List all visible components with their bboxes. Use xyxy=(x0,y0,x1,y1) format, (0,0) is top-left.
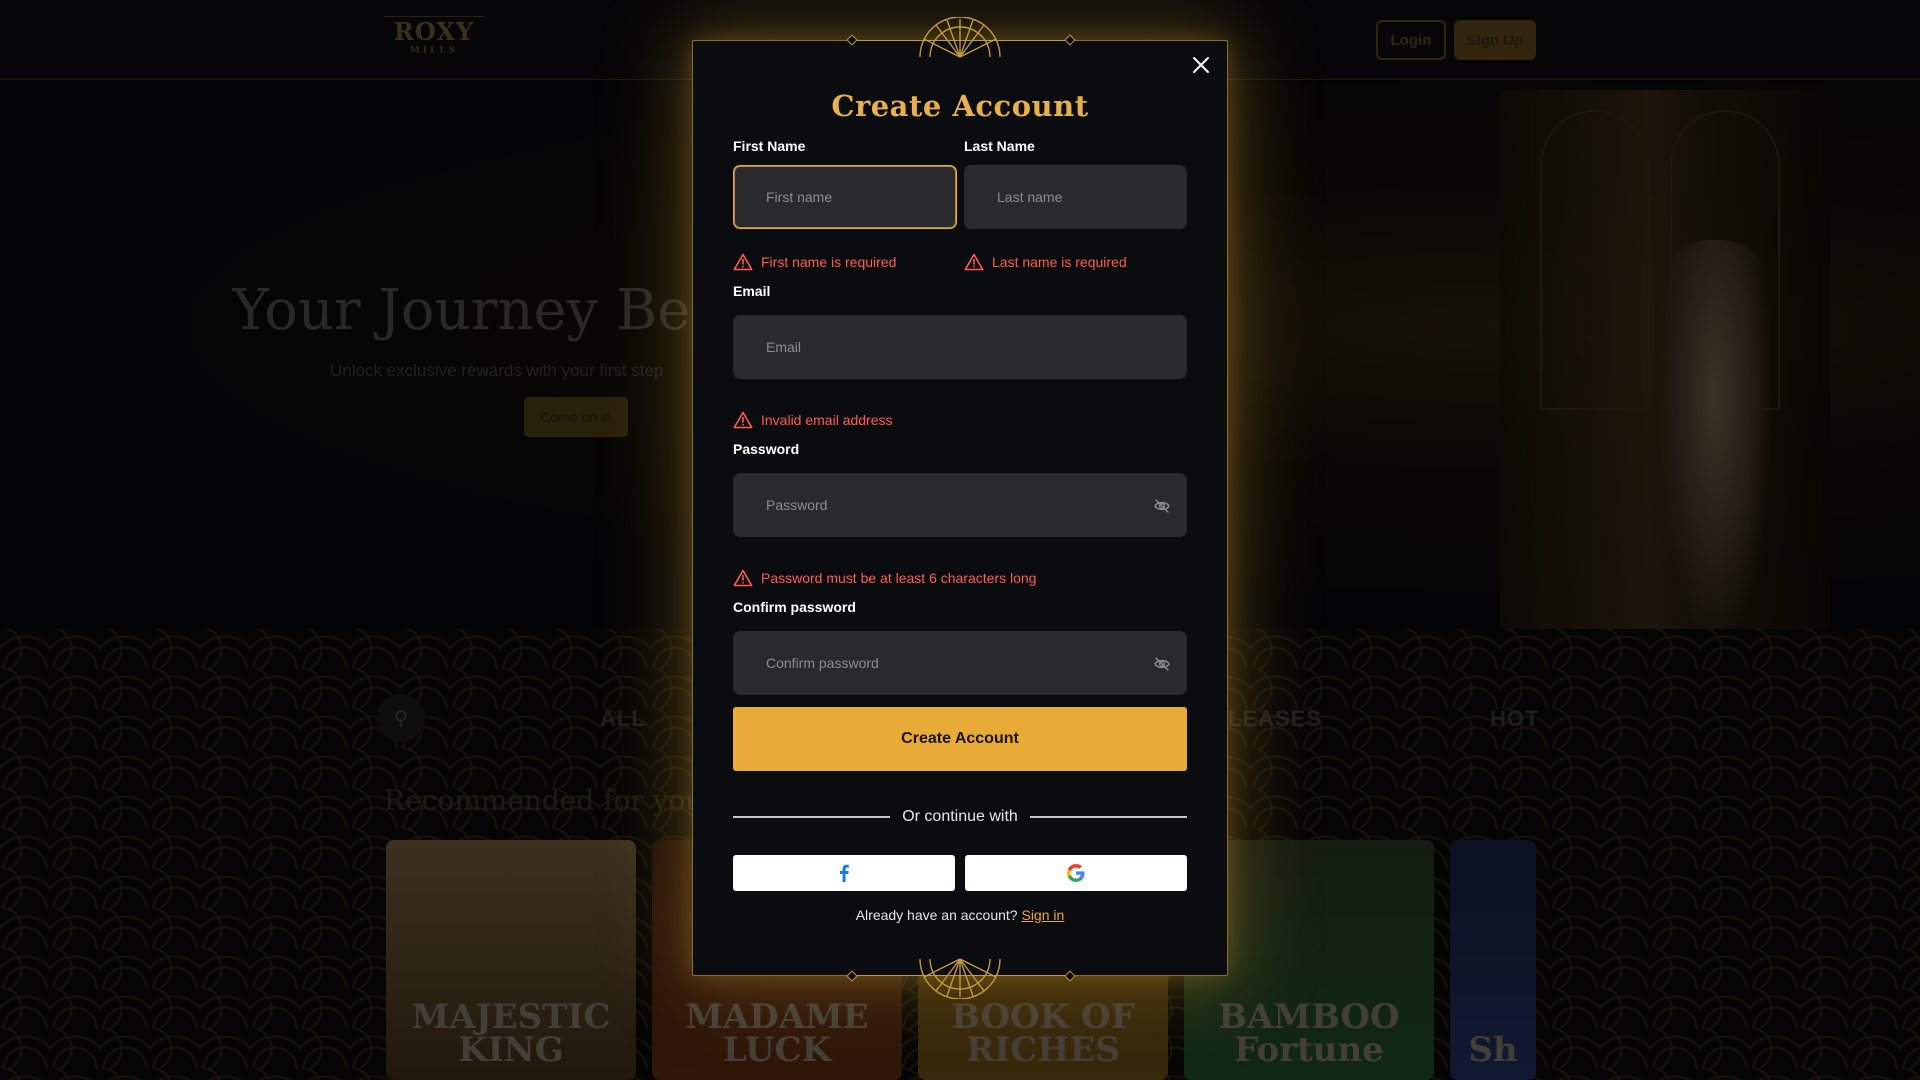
warning-triangle-icon xyxy=(733,411,753,429)
google-icon xyxy=(1067,864,1085,882)
signin-link[interactable]: Sign in xyxy=(1021,907,1064,923)
google-login-button[interactable] xyxy=(965,855,1187,891)
divider-line xyxy=(733,816,891,818)
first-name-field-wrap xyxy=(733,165,957,229)
first-name-error: First name is required xyxy=(733,253,896,271)
email-label: Email xyxy=(733,283,771,299)
divider-line xyxy=(1029,816,1188,818)
error-text: Last name is required xyxy=(992,254,1127,270)
create-account-modal: Create Account First Name First name is … xyxy=(692,17,1228,999)
email-input[interactable] xyxy=(734,316,1186,378)
create-account-button[interactable]: Create Account xyxy=(733,707,1187,771)
last-name-error: Last name is required xyxy=(964,253,1127,271)
close-icon[interactable] xyxy=(1187,51,1215,79)
warning-triangle-icon xyxy=(733,253,753,271)
eye-off-icon[interactable] xyxy=(1150,652,1174,676)
password-error: Password must be at least 6 characters l… xyxy=(733,569,1036,587)
confirm-password-input[interactable] xyxy=(734,632,1186,694)
warning-triangle-icon xyxy=(733,569,753,587)
last-name-label: Last Name xyxy=(964,138,1035,154)
first-name-label: First Name xyxy=(733,138,806,154)
last-name-input[interactable] xyxy=(965,166,1186,228)
signin-prompt: Already have an account? xyxy=(855,907,1018,923)
art-deco-fan-top xyxy=(918,17,1002,59)
eye-off-icon[interactable] xyxy=(1150,494,1174,518)
password-label: Password xyxy=(733,441,800,457)
social-divider: Or continue with xyxy=(733,807,1188,827)
password-field-wrap xyxy=(733,473,1187,537)
password-input[interactable] xyxy=(734,474,1186,536)
email-error: Invalid email address xyxy=(733,411,893,429)
facebook-login-button[interactable] xyxy=(733,855,955,891)
error-text: First name is required xyxy=(761,254,897,270)
confirm-password-label: Confirm password xyxy=(733,599,856,615)
first-name-input[interactable] xyxy=(734,166,956,228)
last-name-field-wrap xyxy=(964,165,1187,229)
error-text: Password must be at least 6 characters l… xyxy=(761,570,1037,586)
warning-triangle-icon xyxy=(964,253,984,271)
signin-row: Already have an account? Sign in xyxy=(693,907,1227,923)
error-text: Invalid email address xyxy=(761,412,893,428)
email-field-wrap xyxy=(733,315,1187,379)
modal-title: Create Account xyxy=(831,89,1089,123)
divider-text: Or continue with xyxy=(902,808,1018,825)
art-deco-fan-bottom xyxy=(918,957,1002,999)
confirm-password-field-wrap xyxy=(733,631,1187,695)
facebook-icon xyxy=(840,864,849,882)
